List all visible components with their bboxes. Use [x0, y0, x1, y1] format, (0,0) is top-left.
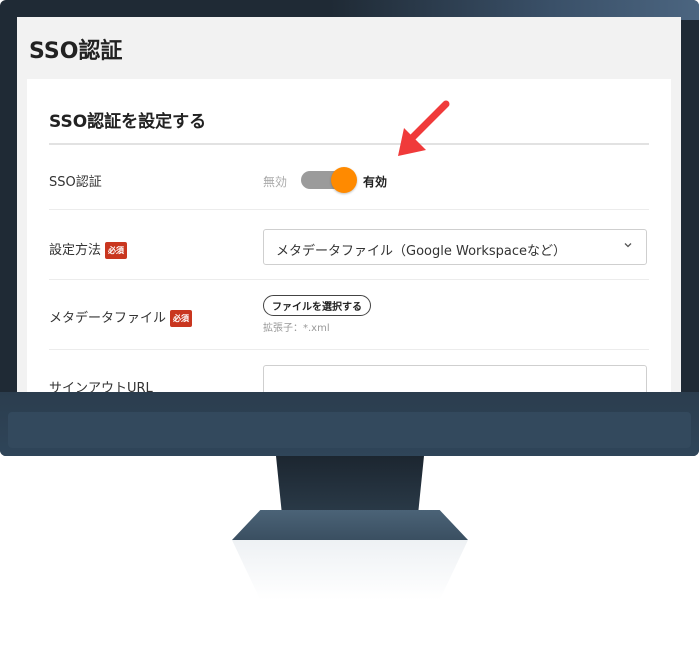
- metadata-label: メタデータファイル 必須: [49, 307, 193, 327]
- method-select[interactable]: メタデータファイル（Google Workspaceなど）: [263, 229, 647, 265]
- settings-card: SSO認証を設定する SSO認証 無効 有効 設定方法 必須 メタデータファイル（…: [27, 79, 671, 392]
- toggle-on-label: 有効: [363, 175, 388, 189]
- monitor-stand-base: [232, 510, 468, 540]
- row-divider: [49, 279, 649, 280]
- metadata-label-text: メタデータファイル: [49, 311, 167, 326]
- sso-label: SSO認証: [49, 175, 102, 190]
- row-divider: [49, 209, 649, 210]
- toggle-knob[interactable]: [331, 167, 357, 193]
- signout-url-label: サインアウトURL: [49, 381, 153, 392]
- choose-file-button[interactable]: ファイルを選択する: [263, 295, 371, 316]
- chevron-down-icon: [624, 243, 632, 248]
- required-badge: 必須: [170, 310, 193, 327]
- pointer-arrow-icon: [398, 100, 450, 156]
- monitor-stand-reflection: [232, 540, 468, 600]
- toggle-off-label: 無効: [263, 175, 288, 189]
- screen: SSO認証 SSO認証を設定する SSO認証 無効 有効 設定方法 必須 メタデー…: [17, 17, 681, 392]
- monitor-stand-neck: [276, 456, 424, 514]
- page-title: SSO認証: [29, 39, 123, 64]
- card-title: SSO認証を設定する: [49, 112, 207, 132]
- monitor-chin-panel: [8, 412, 691, 448]
- page-header: SSO認証: [17, 17, 681, 77]
- row-divider: [49, 349, 649, 350]
- method-label: 設定方法 必須: [49, 239, 128, 259]
- card-title-divider: [49, 143, 649, 145]
- method-select-value: メタデータファイル（Google Workspaceなど）: [276, 244, 567, 259]
- file-extension-hint: 拡張子：*.xml: [263, 323, 330, 334]
- signout-url-input[interactable]: [263, 365, 647, 392]
- required-badge: 必須: [105, 242, 128, 259]
- method-label-text: 設定方法: [49, 243, 102, 258]
